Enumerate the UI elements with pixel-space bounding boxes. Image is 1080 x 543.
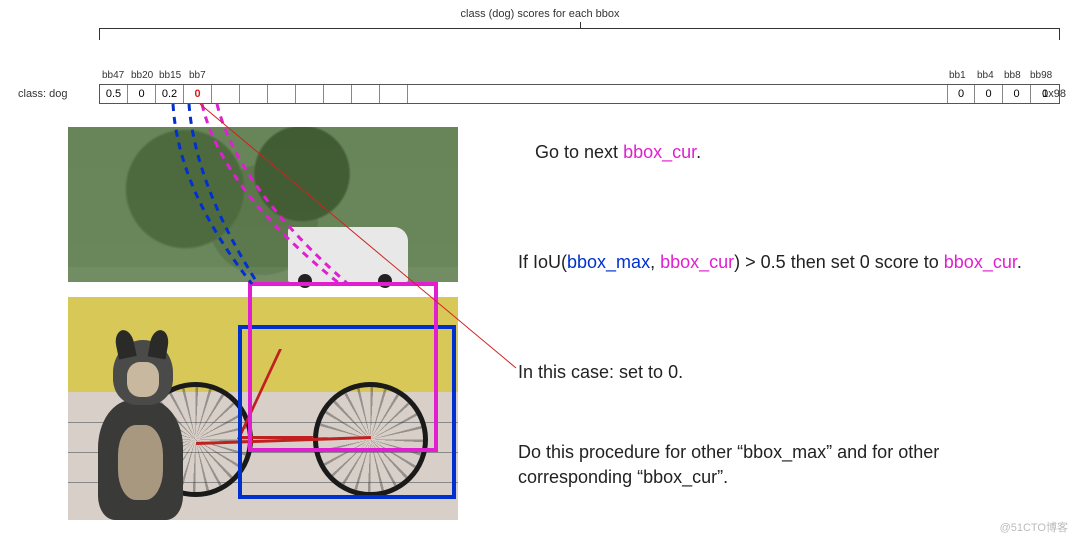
instruction-line-1: Go to next bbox_cur. <box>535 140 701 165</box>
bbox-label: bb15 <box>159 70 181 81</box>
bbox-cur-rect <box>248 282 438 452</box>
bbox-label: bb47 <box>102 70 124 81</box>
score-cell-current: 0 <box>184 85 212 103</box>
score-cell: 0.5 <box>100 85 128 103</box>
score-cell: 0 <box>1031 85 1059 103</box>
instruction-line-3: In this case: set to 0. <box>518 360 683 385</box>
watermark: @51CTO博客 <box>1000 519 1068 535</box>
bbox-label: bb4 <box>977 70 994 81</box>
instruction-line-2: If IoU(bbox_max, bbox_cur) > 0.5 then se… <box>518 250 1048 275</box>
top-bracket <box>99 22 1060 40</box>
bbox-label: bb98 <box>1030 70 1052 81</box>
class-label: class: dog <box>18 88 68 100</box>
score-row: 0.5 0 0.2 0 0 0 0 0 <box>99 84 1060 104</box>
score-cell: 0 <box>1003 85 1031 103</box>
score-cell: 0 <box>975 85 1003 103</box>
score-cell: 0 <box>128 85 156 103</box>
instruction-line-4: Do this procedure for other “bbox_max” a… <box>518 440 1038 490</box>
score-cell: 0.2 <box>156 85 184 103</box>
diagram-title: class (dog) scores for each bbox <box>461 8 620 20</box>
bbox-label: bb20 <box>131 70 153 81</box>
bbox-label: bb8 <box>1004 70 1021 81</box>
dog-illustration <box>88 320 218 520</box>
bbox-label: bb7 <box>189 70 206 81</box>
bbox-label: bb1 <box>949 70 966 81</box>
score-cell: 0 <box>947 85 975 103</box>
